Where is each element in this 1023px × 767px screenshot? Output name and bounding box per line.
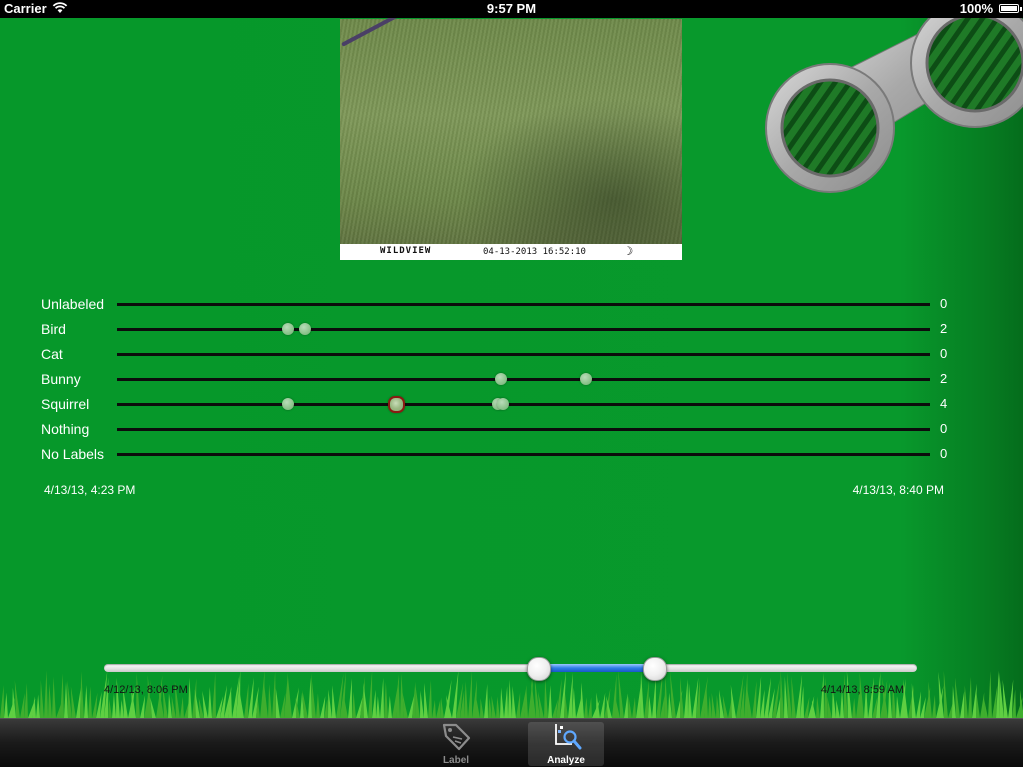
row-label-unlabeled: Unlabeled: [41, 296, 105, 312]
row-line-bunny: [117, 378, 930, 381]
moon-icon: ☽: [626, 244, 634, 258]
photo-dot[interactable]: [494, 373, 507, 385]
tab-analyze-text: Analyze: [547, 755, 585, 766]
clock: 9:57 PM: [486, 1, 537, 16]
photo-brand: WILDVIEW: [380, 246, 432, 256]
row-line-squirrel: [117, 403, 930, 406]
timeline-start-label: 4/13/13, 4:23 PM: [44, 483, 136, 497]
photo-dot[interactable]: [497, 398, 510, 410]
timeline-end-label: 4/13/13, 8:40 PM: [852, 483, 944, 497]
tab-label[interactable]: Label: [418, 722, 494, 766]
battery-icon: [999, 4, 1022, 13]
photo-timestamp: 04-13-2013 16:52:10: [483, 247, 586, 257]
row-line-unlabeled: [117, 303, 930, 306]
row-label-no-labels: No Labels: [41, 446, 105, 462]
row-count-cat: 0: [940, 346, 948, 361]
photo-branch: [341, 18, 405, 47]
binoculars-logo-icon: [765, 18, 1023, 193]
row-line-cat: [117, 353, 930, 356]
row-count-no-labels: 0: [940, 446, 948, 461]
selected-photo-dot[interactable]: [388, 395, 406, 413]
row-count-squirrel: 4: [940, 396, 948, 411]
range-start-handle[interactable]: [527, 657, 552, 681]
date-range-selection: [538, 664, 654, 672]
row-label-squirrel: Squirrel: [41, 396, 90, 412]
row-label-bunny: Bunny: [41, 371, 81, 387]
tab-bar: Label Analyze: [0, 718, 1023, 767]
row-line-nothing: [117, 428, 930, 431]
tab-analyze[interactable]: Analyze: [528, 722, 604, 766]
row-label-cat: Cat: [41, 346, 63, 362]
status-bar: Carrier 9:57 PM 100%: [0, 0, 1023, 18]
row-count-nothing: 0: [940, 421, 948, 436]
photo-caption-bar: WILDVIEW 04-13-2013 16:52:10 ☽: [340, 244, 682, 260]
row-count-bird: 2: [940, 321, 948, 336]
trail-camera-photo[interactable]: WILDVIEW 04-13-2013 16:52:10 ☽: [340, 18, 682, 260]
photo-dot[interactable]: [580, 373, 593, 385]
range-end-handle[interactable]: [642, 657, 667, 681]
analyze-magnifier-icon: [555, 724, 582, 750]
row-line-no-labels: [117, 453, 930, 456]
analyze-view: WILDVIEW 04-13-2013 16:52:10 ☽ Unlabeled…: [0, 18, 1023, 718]
photo-dot[interactable]: [298, 323, 311, 335]
photo-dot[interactable]: [281, 323, 294, 335]
row-line-bird: [117, 328, 930, 331]
row-count-unlabeled: 0: [940, 296, 948, 311]
photo-dot[interactable]: [281, 398, 294, 410]
date-range-slider[interactable]: [104, 664, 917, 672]
tab-label-text: Label: [442, 755, 470, 766]
row-label-bird: Bird: [41, 321, 66, 337]
row-count-bunny: 2: [940, 371, 948, 386]
row-label-nothing: Nothing: [41, 421, 90, 437]
tag-icon: [442, 723, 471, 751]
range-max-label: 4/14/13, 8:59 AM: [820, 684, 904, 696]
battery-percent: 100%: [959, 1, 993, 16]
range-min-label: 4/12/13, 8:06 PM: [104, 684, 188, 696]
